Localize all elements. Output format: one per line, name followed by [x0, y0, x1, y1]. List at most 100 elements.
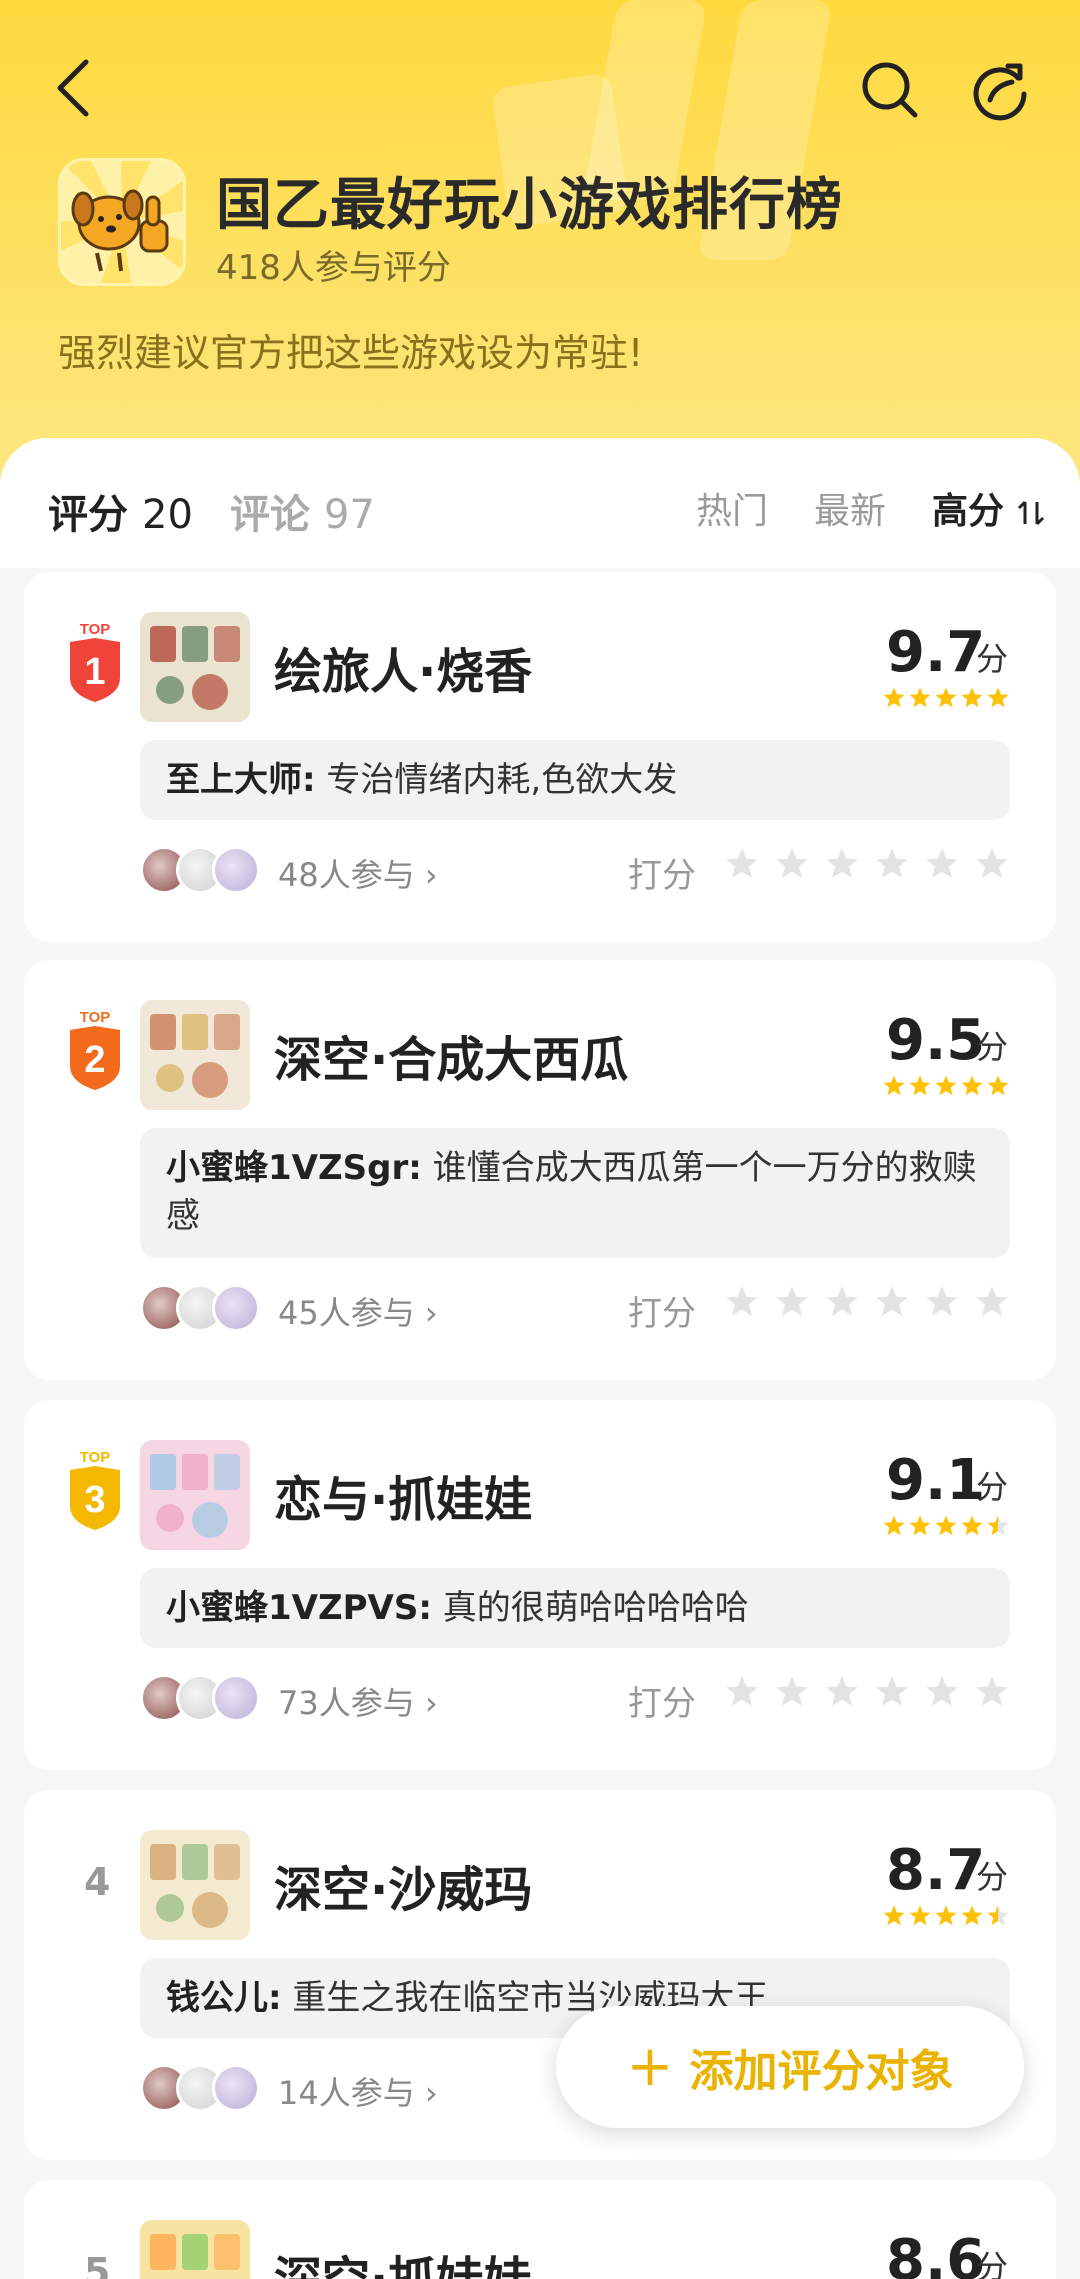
- ranking-card[interactable]: 5 深空·抓娃娃 8.6分: [24, 2180, 1056, 2279]
- rank-number: 4: [84, 1860, 111, 1904]
- rate-star-button[interactable]: [974, 846, 1010, 886]
- rate-star-button[interactable]: [774, 1674, 810, 1714]
- score-star-icon: [961, 1075, 983, 1096]
- rank-badge: TOP 3: [64, 1448, 126, 1536]
- score-star-icon: [935, 687, 957, 708]
- ranking-card[interactable]: TOP 1 绘旅人·烧香 9.7 分 至上大师: 专治情绪内耗,色欲大发 48人参与 …: [24, 572, 1056, 942]
- featured-review[interactable]: 小蜜蜂1VZSgr: 谁懂合成大西瓜第一个一万分的救赎感: [140, 1128, 1010, 1258]
- rate-star-button[interactable]: [974, 1284, 1010, 1324]
- game-name[interactable]: 深空·沙威玛: [274, 1850, 532, 1920]
- rate-star-icon: [926, 848, 958, 878]
- rate-star-icon: [776, 848, 808, 878]
- rate-star-button[interactable]: [774, 1284, 810, 1324]
- rate-star-button[interactable]: [824, 1284, 860, 1324]
- featured-review[interactable]: 小蜜蜂1VZPVS: 真的很萌哈哈哈哈哈: [140, 1568, 1010, 1648]
- participant-avatars: [140, 2064, 260, 2112]
- search-button[interactable]: [860, 60, 920, 120]
- rate-star-button[interactable]: [924, 846, 960, 886]
- rate-star-button[interactable]: [874, 1674, 910, 1714]
- rate-star-button[interactable]: [724, 1674, 760, 1714]
- participants-link[interactable]: 73人参与 ›: [278, 1678, 438, 1724]
- search-icon: [862, 62, 918, 118]
- rate-star-button[interactable]: [874, 846, 910, 886]
- rate-star-button[interactable]: [824, 846, 860, 886]
- score-star-icon: [961, 1905, 983, 1926]
- score-star-icon: [909, 1515, 931, 1536]
- rate-star-button[interactable]: [724, 1284, 760, 1324]
- participant-avatars: [140, 846, 260, 894]
- rank-badge-number: 1: [84, 651, 105, 693]
- sort-high-score[interactable]: 高分: [932, 482, 1045, 534]
- top-rank-badge-icon: TOP 3: [70, 1449, 120, 1530]
- score-star-icon: [987, 687, 1009, 708]
- back-button[interactable]: [48, 56, 108, 120]
- rate-label: 打分: [628, 1294, 696, 1334]
- rate-star-button[interactable]: [974, 1674, 1010, 1714]
- participants-link[interactable]: 45人参与 ›: [278, 1288, 438, 1334]
- tab-ratings-label: 评分: [48, 492, 128, 538]
- avatar: [212, 2064, 260, 2112]
- featured-review[interactable]: 至上大师: 专治情绪内耗,色欲大发: [140, 740, 1010, 820]
- game-name[interactable]: 恋与·抓娃娃: [274, 1460, 532, 1530]
- game-score: 8.6: [886, 2228, 986, 2279]
- game-name[interactable]: 深空·合成大西瓜: [274, 1020, 628, 1090]
- ranking-card[interactable]: TOP 3 恋与·抓娃娃 9.1 分 小蜜蜂1VZPVS: 真的很萌哈哈哈哈哈 73人…: [24, 1400, 1056, 1770]
- score-star-icon: [883, 1515, 905, 1536]
- participant-count: 418人参与评分: [216, 248, 451, 288]
- review-text: 真的很萌哈哈哈哈哈: [442, 1588, 749, 1628]
- participant-avatars: [140, 1284, 260, 1332]
- rate-star-button[interactable]: [924, 1674, 960, 1714]
- rate-star-icon: [726, 848, 758, 878]
- score-star-icon: [987, 1515, 1009, 1536]
- game-thumbnail-image: [140, 612, 250, 722]
- chevron-left-icon: [57, 59, 89, 117]
- rate-star-button[interactable]: [824, 1674, 860, 1714]
- sort-hot[interactable]: 热门: [696, 482, 768, 534]
- rate-star-icon: [876, 1286, 908, 1316]
- score-star-icon: [935, 1075, 957, 1096]
- score-star-icon: [961, 687, 983, 708]
- rate-star-icon: [926, 1286, 958, 1316]
- sort-order-icon: [1017, 500, 1044, 526]
- rate-star-icon: [826, 848, 858, 878]
- share-button[interactable]: [968, 58, 1032, 122]
- tab-ratings-count: 20: [142, 492, 193, 538]
- score-star-icon: [961, 1515, 983, 1536]
- rate-stars: [724, 1674, 1010, 1714]
- leaderboard-icon: [58, 158, 186, 286]
- score-unit: 分: [976, 2248, 1009, 2279]
- rate-label: 打分: [628, 856, 696, 896]
- game-thumbnail-image: [140, 1830, 250, 1940]
- rank-badge-number: 2: [84, 1039, 105, 1081]
- game-score: 8.7: [886, 1838, 986, 1903]
- rate-star-icon: [726, 1676, 758, 1706]
- game-name[interactable]: 绘旅人·烧香: [274, 632, 532, 702]
- review-author: 钱公儿:: [166, 1978, 282, 2018]
- game-thumbnail: [140, 1000, 250, 1110]
- tab-comments[interactable]: 评论 97: [230, 482, 375, 540]
- rate-star-icon: [876, 848, 908, 878]
- game-thumbnail-image: [140, 1440, 250, 1550]
- participants-link[interactable]: 48人参与 ›: [278, 850, 438, 896]
- add-rating-object-button[interactable]: + 添加评分对象: [556, 2006, 1024, 2128]
- participants-link[interactable]: 14人参与 ›: [278, 2068, 438, 2114]
- rank-number: 5: [84, 2250, 111, 2279]
- sort-newest[interactable]: 最新: [814, 482, 886, 534]
- rate-star-button[interactable]: [724, 846, 760, 886]
- rate-label: 打分: [628, 1684, 696, 1724]
- score-unit: 分: [976, 640, 1009, 678]
- tab-comments-label: 评论: [230, 492, 310, 538]
- review-author: 小蜜蜂1VZPVS:: [166, 1588, 432, 1628]
- game-score: 9.5: [886, 1008, 986, 1073]
- rate-star-icon: [976, 848, 1008, 878]
- score-star-icon: [935, 1515, 957, 1536]
- avatar: [212, 1674, 260, 1722]
- rate-star-button[interactable]: [924, 1284, 960, 1324]
- rate-star-button[interactable]: [774, 846, 810, 886]
- rate-star-button[interactable]: [874, 1284, 910, 1324]
- game-name[interactable]: 深空·抓娃娃: [274, 2240, 532, 2279]
- ranking-card[interactable]: TOP 2 深空·合成大西瓜 9.5 分 小蜜蜂1VZSgr: 谁懂合成大西瓜第一个…: [24, 960, 1056, 1380]
- top-rank-badge-icon: TOP 2: [70, 1009, 120, 1090]
- rate-star-icon: [926, 1676, 958, 1706]
- tab-ratings[interactable]: 评分 20: [48, 482, 193, 540]
